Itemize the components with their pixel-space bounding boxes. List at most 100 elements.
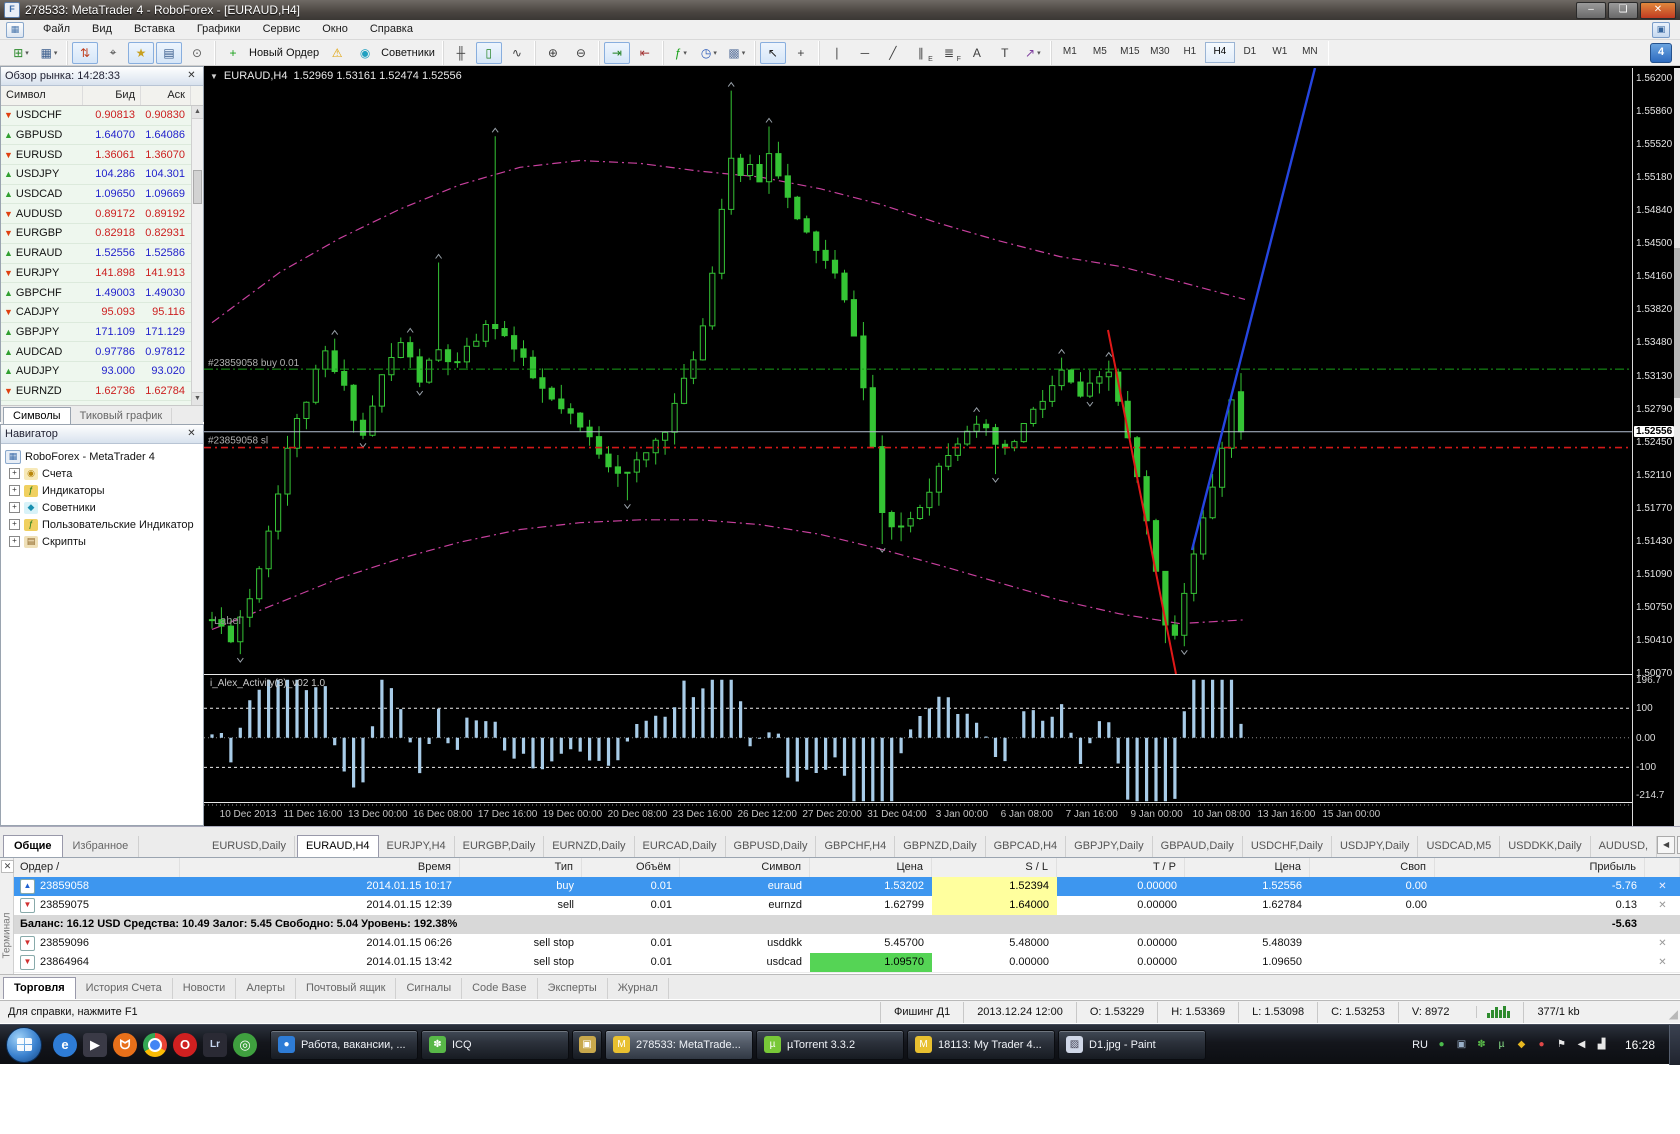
chart-tab-USDDKK,Daily[interactable]: USDDKK,Daily (1500, 836, 1591, 857)
alert-tray-icon[interactable]: ● (1535, 1038, 1548, 1051)
screenshot-tray-icon[interactable]: ▣ (1455, 1038, 1468, 1051)
candlestick-chart-icon[interactable]: ▯ (475, 41, 502, 64)
navigator-tab-Общие[interactable]: Общие (3, 835, 63, 857)
text-label-icon[interactable]: T (992, 42, 1018, 64)
terminal-column-2[interactable]: Тип (460, 858, 582, 877)
menu-item-Вставка[interactable]: Вставка (123, 20, 186, 39)
terminal-column-5[interactable]: Цена (810, 858, 932, 877)
ie-icon[interactable]: e (53, 1032, 77, 1057)
expert-advisors-icon-label[interactable]: Советники (381, 47, 435, 59)
language-indicator[interactable]: RU (1412, 1039, 1428, 1051)
chart-tab-GBPNZD,Daily[interactable]: GBPNZD,Daily (895, 836, 986, 857)
chart-tab-EURNZD,Daily[interactable]: EURNZD,Daily (544, 836, 635, 857)
scroll-left-icon[interactable]: ◀ (1657, 836, 1676, 854)
navigator-tab-Избранное[interactable]: Избранное (63, 836, 140, 857)
market-watch-row[interactable]: ▼ AUDUSD 0.89172 0.89192 (1, 204, 203, 225)
taskbar-window-D1.jpg - Paint[interactable]: ▨ D1.jpg - Paint (1058, 1029, 1206, 1060)
media-player-icon[interactable]: ▶ (83, 1032, 107, 1057)
app-green-tray-icon[interactable]: ● (1435, 1038, 1448, 1051)
order-row[interactable]: ▲ 23859058 2014.01.15 10:17 buy 0.01 euraud 1.… (14, 877, 1680, 897)
auto-scroll-icon[interactable]: ⇥ (603, 41, 630, 64)
order-row[interactable]: ▼ 23859096 2014.01.15 06:26 sell stop 0.01 us… (14, 934, 1680, 954)
market-watch-column-2[interactable]: Аск (141, 86, 191, 105)
market-watch-icon[interactable]: ⇅ (72, 41, 98, 64)
chart-tab-GBPCAD,H4[interactable]: GBPCAD,H4 (986, 836, 1067, 857)
terminal-column-1[interactable]: Время (180, 858, 460, 877)
market-watch-row[interactable]: ▼ EURUSD 1.36061 1.36070 (1, 145, 203, 166)
menu-item-Вид[interactable]: Вид (81, 20, 123, 39)
taskbar-window-278533: MetaTrade...[interactable]: M 278533: MetaTrade... (605, 1029, 753, 1060)
navigator-icon[interactable]: ★ (128, 41, 154, 64)
zoom-out-icon[interactable]: ⊖ (568, 42, 594, 64)
zoom-in-icon[interactable]: ⊕ (540, 42, 566, 64)
terminal-column-8[interactable]: Цена (1185, 858, 1310, 877)
close-order-icon[interactable]: ✕ (1645, 953, 1680, 972)
market-watch-row[interactable]: ▼ USDCHF 0.90813 0.90830 (1, 106, 203, 126)
minimize-button[interactable]: – (1576, 1, 1606, 19)
periods-icon[interactable]: ◷ ▾ (696, 42, 722, 64)
chart-tab-EURUSD,Daily[interactable]: EURUSD,Daily (204, 836, 295, 857)
timeframe-MN[interactable]: MN (1295, 42, 1325, 63)
show-desktop-button[interactable] (1669, 1024, 1680, 1065)
timeframe-H1[interactable]: H1 (1175, 42, 1205, 63)
terminal-column-11[interactable] (1645, 858, 1680, 877)
timeframe-H4[interactable]: H4 (1204, 42, 1235, 63)
arrows-icon[interactable]: ↗ ▾ (1020, 42, 1046, 64)
chart-window[interactable]: ▼ EURAUD,H4 1.52969 1.53161 1.52474 1.52… (204, 66, 1680, 826)
new-chart-icon[interactable]: ⊞ ▾ (8, 42, 34, 64)
update-tray-icon[interactable]: ◆ (1515, 1038, 1528, 1051)
market-watch-column-0[interactable]: Символ (1, 86, 83, 105)
community-chat-badge[interactable]: 4 (1650, 42, 1672, 63)
line-chart-icon[interactable]: ∿ (504, 42, 530, 64)
mdi-child-icon[interactable]: ▣ (1652, 21, 1670, 38)
menu-item-Графики[interactable]: Графики (186, 20, 252, 39)
close-icon[interactable]: ✕ (1, 860, 14, 873)
close-button[interactable]: ✕ (1640, 1, 1676, 19)
terminal-tab-Алерты[interactable]: Алерты (236, 978, 297, 999)
market-watch-row[interactable]: ▲ AUDJPY 93.000 93.020 (1, 362, 203, 382)
chart-tab-GBPCHF,H4[interactable]: GBPCHF,H4 (816, 836, 896, 857)
chart-tab-EURJPY,H4[interactable]: EURJPY,H4 (379, 836, 455, 857)
trendline-icon[interactable]: ╱ (880, 42, 906, 64)
terminal-column-9[interactable]: Своп (1310, 858, 1435, 877)
terminal-column-3[interactable]: Объём (582, 858, 680, 877)
chart-tab-GBPUSD,Daily[interactable]: GBPUSD,Daily (726, 836, 817, 857)
strategy-tester-icon[interactable]: ⊙ (184, 42, 210, 64)
messenger-tray-icon[interactable]: ✽ (1475, 1038, 1488, 1051)
timeframe-M15[interactable]: M15 (1115, 42, 1145, 63)
navigator-item-Счета[interactable]: + ◉ Счета (1, 465, 203, 482)
scroll-down-icon[interactable]: ▼ (192, 392, 203, 405)
new-order-icon-label[interactable]: Новый Ордер (249, 47, 319, 59)
order-row[interactable]: ▼ 23859075 2014.01.15 12:39 sell 0.01 eurnzd 1… (14, 896, 1680, 916)
terminal-tab-История Счета[interactable]: История Счета (76, 978, 173, 999)
green-app-icon[interactable]: ◎ (233, 1032, 257, 1057)
resize-grip[interactable]: ◢ (1669, 1007, 1678, 1021)
price-chart[interactable]: #23859058 buy 0.01 #23859058 sl Label i_Ale… (204, 68, 1632, 824)
expand-icon[interactable]: + (9, 502, 20, 513)
market-watch-row[interactable]: ▼ EURGBP 0.82918 0.82931 (1, 224, 203, 244)
navigator-item-Советники[interactable]: + ◆ Советники (1, 499, 203, 516)
scroll-thumb[interactable] (193, 170, 202, 204)
chrome-icon[interactable] (143, 1032, 167, 1057)
expand-icon[interactable]: + (9, 468, 20, 479)
terminal-tab-Торговля[interactable]: Торговля (3, 977, 76, 999)
navigator-item-Индикаторы[interactable]: + ƒ Индикаторы (1, 482, 203, 499)
crosshair-icon[interactable]: + (788, 42, 814, 64)
close-icon[interactable]: ✕ (184, 69, 199, 84)
chart-shift-icon[interactable]: ⇤ (632, 42, 658, 64)
terminal-tab-Сигналы[interactable]: Сигналы (396, 978, 463, 999)
taskbar-window-µTorrent 3.3.2[interactable]: µ µTorrent 3.3.2 (756, 1029, 904, 1060)
chart-tab-AUDUSD,[interactable]: AUDUSD, (1591, 836, 1658, 857)
action-center-icon[interactable]: ⚑ (1555, 1038, 1568, 1051)
terminal-icon[interactable]: ▤ (156, 41, 182, 64)
taskbar-window-Работа, вакансии, ...[interactable]: ● Работа, вакансии, ... (270, 1029, 418, 1060)
navigator-item-Скрипты[interactable]: + ▤ Скрипты (1, 533, 203, 550)
expand-icon[interactable]: + (9, 519, 20, 530)
chart-tab-USDJPY,Daily[interactable]: USDJPY,Daily (1332, 836, 1419, 857)
menu-item-Окно[interactable]: Окно (311, 20, 359, 39)
market-watch-row[interactable]: ▲ EURAUD 1.52556 1.52586 (1, 244, 203, 264)
navigator-item-Пользовательские Индикатор[interactable]: + ƒ Пользовательские Индикатор (1, 516, 203, 533)
indicators-icon[interactable]: ƒ ▾ (668, 42, 694, 64)
menu-item-Справка[interactable]: Справка (359, 20, 424, 39)
chart-tab-GBPAUD,Daily[interactable]: GBPAUD,Daily (1153, 836, 1243, 857)
